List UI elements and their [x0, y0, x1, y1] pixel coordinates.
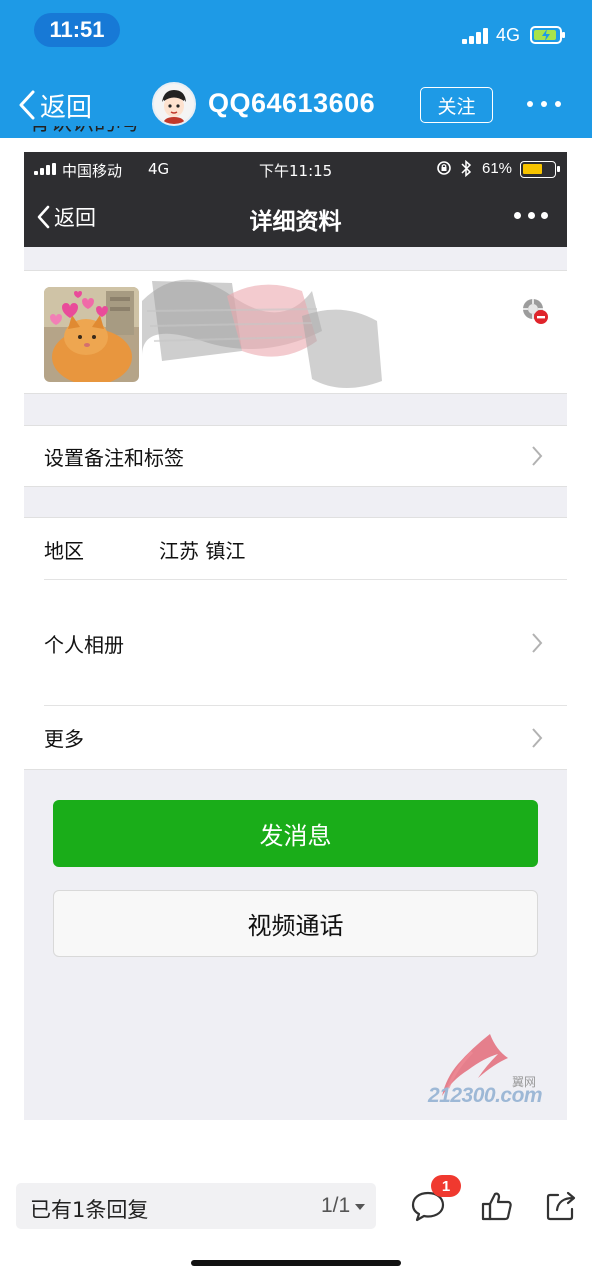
- status-time: 下午11:15: [259, 162, 333, 180]
- chevron-right-icon: [532, 633, 543, 653]
- album-row[interactable]: 个人相册: [24, 580, 567, 706]
- home-indicator[interactable]: [191, 1260, 401, 1266]
- more-dots-icon[interactable]: [527, 98, 561, 110]
- chevron-down-icon: [355, 1204, 365, 1210]
- embedded-screenshot: 中国移动 4G 下午11:15 61% 返回 详细资料 设置备注和标签 地区 江…: [24, 152, 567, 1120]
- chevron-left-icon: [19, 90, 35, 120]
- more-label: 更多: [44, 727, 84, 751]
- signal-icon: [34, 163, 58, 175]
- watermark-text: 212300.com: [428, 1084, 543, 1107]
- battery-icon: [530, 26, 565, 44]
- region-value: 江苏 镇江: [159, 538, 246, 563]
- album-label: 个人相册: [44, 632, 124, 657]
- status-time: 11:51: [34, 13, 120, 47]
- wechat-nav-bar: 返回 详细资料: [24, 186, 567, 247]
- reply-count-label: 已有1条回复: [30, 1198, 149, 1222]
- back-button[interactable]: 返回: [18, 86, 92, 124]
- post-text: 有认识的吗: [28, 126, 228, 148]
- wechat-status-bar: 中国移动 4G 下午11:15 61%: [24, 152, 567, 186]
- thumbs-up-icon: [481, 1192, 512, 1221]
- share-icon: [546, 1191, 576, 1221]
- video-call-button[interactable]: 视频通话: [53, 890, 538, 957]
- reply-bar[interactable]: 已有1条回复 1/1: [16, 1183, 376, 1229]
- comment-badge: 1: [431, 1175, 461, 1197]
- back-label: 返回: [40, 92, 93, 123]
- battery-icon: [520, 161, 560, 178]
- remark-tags-label: 设置备注和标签: [44, 445, 184, 470]
- app-header: 11:51 4G 返回 QQ64613606 关注: [0, 0, 592, 138]
- page-selector[interactable]: 1/1: [321, 1194, 350, 1218]
- battery-percent: 61%: [482, 160, 513, 177]
- follow-button[interactable]: 关注: [420, 87, 493, 123]
- blocked-icon[interactable]: [521, 297, 549, 325]
- profile-card[interactable]: [24, 270, 567, 394]
- rotation-lock-icon: [436, 160, 452, 178]
- chevron-right-icon: [532, 727, 543, 748]
- wechat-title: 详细资料: [249, 209, 342, 235]
- signal-icon: [462, 28, 492, 44]
- network-label: 4G: [148, 160, 170, 178]
- share-button[interactable]: [544, 1189, 578, 1223]
- bluetooth-icon: [460, 159, 472, 179]
- carrier-label: 中国移动: [62, 162, 123, 180]
- chevron-right-icon: [532, 446, 543, 466]
- more-row[interactable]: 更多: [24, 706, 567, 770]
- like-button[interactable]: [480, 1189, 514, 1223]
- region-row: 地区 江苏 镇江: [24, 517, 567, 580]
- page-title: QQ64613606: [208, 88, 376, 118]
- send-message-button[interactable]: 发消息: [53, 800, 538, 867]
- more-dots-icon[interactable]: [514, 212, 548, 220]
- profile-photo[interactable]: [44, 287, 139, 382]
- redacted-name: [142, 279, 382, 389]
- region-label: 地区: [44, 538, 84, 563]
- network-label: 4G: [496, 25, 521, 45]
- avatar[interactable]: [152, 82, 196, 126]
- remark-tags-row[interactable]: 设置备注和标签: [24, 425, 567, 487]
